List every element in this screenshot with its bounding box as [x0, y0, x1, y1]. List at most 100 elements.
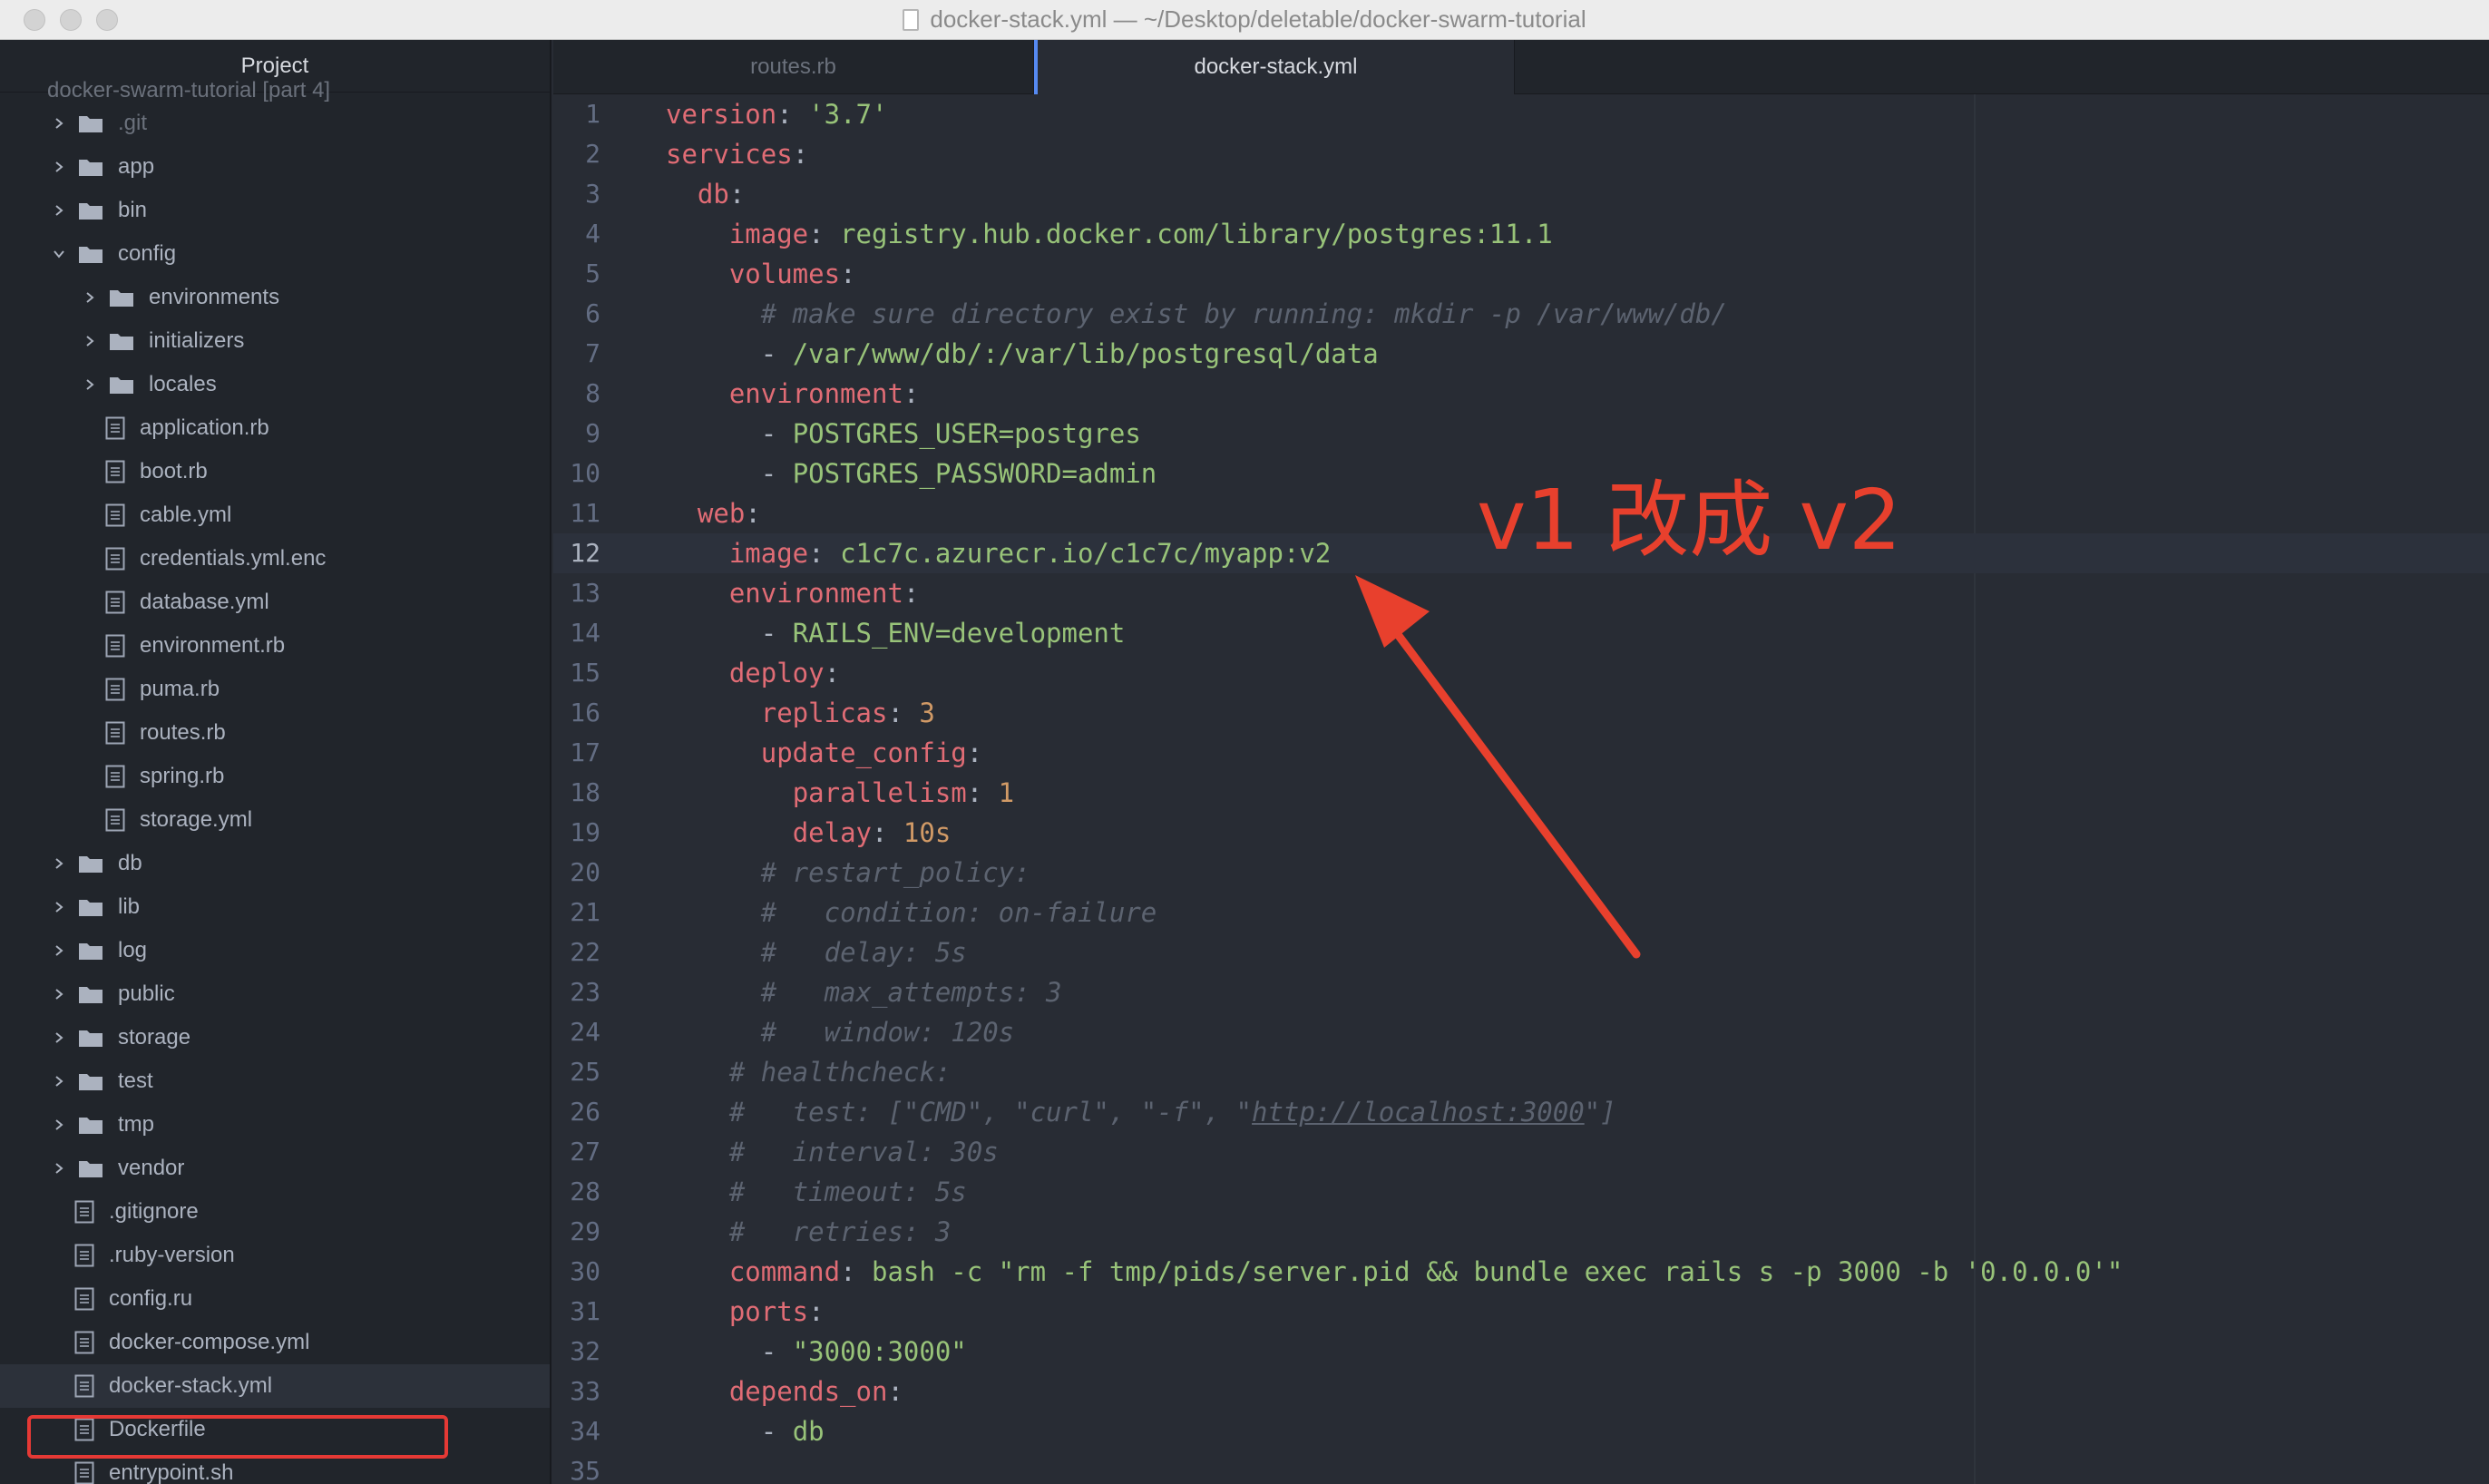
chevron-right-icon[interactable] — [80, 375, 100, 395]
code-line[interactable]: 30 command: bash -c "rm -f tmp/pids/serv… — [553, 1252, 2489, 1292]
code-line[interactable]: 20 # restart_policy: — [553, 853, 2489, 893]
code-line[interactable]: 22 # delay: 5s — [553, 932, 2489, 972]
tree-folder-vendor[interactable]: vendor — [0, 1147, 550, 1190]
tree-folder-initializers[interactable]: initializers — [0, 319, 550, 363]
zoom-window-button[interactable] — [96, 9, 118, 31]
code-line[interactable]: 32 - "3000:3000" — [553, 1332, 2489, 1372]
tree-folder-app[interactable]: app — [0, 145, 550, 189]
code-line[interactable]: 31 ports: — [553, 1292, 2489, 1332]
code-line[interactable]: 14 - RAILS_ENV=development — [553, 613, 2489, 653]
code-line[interactable]: 34 - db — [553, 1411, 2489, 1451]
chevron-right-icon[interactable] — [49, 157, 69, 177]
code-token: volumes — [728, 259, 841, 289]
tree-file-docker-stack-yml[interactable]: docker-stack.yml — [0, 1364, 550, 1408]
tree-file-cable-yml[interactable]: cable.yml — [0, 493, 550, 537]
chevron-right-icon[interactable] — [49, 941, 69, 961]
code-line[interactable]: 27 # interval: 30s — [553, 1132, 2489, 1172]
tree-file-config-ru[interactable]: config.ru — [0, 1277, 550, 1321]
tree-folder-locales[interactable]: locales — [0, 363, 550, 406]
code-line[interactable]: 15 deploy: — [553, 653, 2489, 693]
tree-file-routes-rb[interactable]: routes.rb — [0, 711, 550, 755]
tree-folder-config[interactable]: config — [0, 232, 550, 276]
code-line[interactable]: 33 depends_on: — [553, 1372, 2489, 1411]
code-line[interactable]: 21 # condition: on-failure — [553, 893, 2489, 932]
tree-file-spring-rb[interactable]: spring.rb — [0, 755, 550, 798]
tree-file-environment-rb[interactable]: environment.rb — [0, 624, 550, 668]
code-line[interactable]: 4 image: registry.hub.docker.com/library… — [553, 214, 2489, 254]
code-line[interactable]: 13 environment: — [553, 573, 2489, 613]
tree-file-puma-rb[interactable]: puma.rb — [0, 668, 550, 711]
tree-file-dockerfile[interactable]: Dockerfile — [0, 1408, 550, 1451]
code-line[interactable]: 2 services: — [553, 134, 2489, 174]
tab-docker-stack-yml[interactable]: docker-stack.yml — [1034, 40, 1515, 94]
tree-folder-public[interactable]: public — [0, 972, 550, 1016]
code-line[interactable]: 17 update_config: — [553, 733, 2489, 773]
code-line[interactable]: 18 parallelism: 1 — [553, 773, 2489, 813]
code-line[interactable]: 35 — [553, 1451, 2489, 1484]
chevron-right-icon[interactable] — [49, 897, 69, 917]
tree-file-storage-yml[interactable]: storage.yml — [0, 798, 550, 842]
tree-file-application-rb[interactable]: application.rb — [0, 406, 550, 450]
chevron-right-icon[interactable] — [80, 331, 100, 351]
project-tree-panel: Project docker-swarm-tutorial [part 4] .… — [0, 40, 551, 1484]
code-line[interactable]: 5 volumes: — [553, 254, 2489, 294]
code-line[interactable]: 8 environment: — [553, 374, 2489, 414]
chevron-right-icon[interactable] — [49, 1115, 69, 1135]
tree-folder-storage[interactable]: storage — [0, 1016, 550, 1059]
tree-folder-db[interactable]: db — [0, 842, 550, 885]
minimize-window-button[interactable] — [60, 9, 82, 31]
code-text: volumes: — [666, 254, 856, 294]
code-line[interactable]: 26 # test: ["CMD", "curl", "-f", "http:/… — [553, 1092, 2489, 1132]
tree-file-database-yml[interactable]: database.yml — [0, 581, 550, 624]
code-line[interactable]: 3 db: — [553, 174, 2489, 214]
tree-file-credentials-yml-enc[interactable]: credentials.yml.enc — [0, 537, 550, 581]
code-line[interactable]: 28 # timeout: 5s — [553, 1172, 2489, 1212]
tree-folder-test[interactable]: test — [0, 1059, 550, 1103]
tree-item-label: application.rb — [140, 415, 269, 440]
code-line[interactable]: 6 # make sure directory exist by running… — [553, 294, 2489, 334]
chevron-right-icon[interactable] — [49, 854, 69, 874]
chevron-right-icon[interactable] — [49, 1158, 69, 1178]
tree-item-label: config.ru — [109, 1286, 193, 1311]
chevron-right-icon[interactable] — [49, 1071, 69, 1091]
tree-file-docker-compose-yml[interactable]: docker-compose.yml — [0, 1321, 550, 1364]
chevron-right-icon[interactable] — [49, 200, 69, 220]
code-line[interactable]: 1 version: '3.7' — [553, 94, 2489, 134]
tab-routes-rb[interactable]: routes.rb — [553, 40, 1034, 94]
code-token: - — [666, 418, 793, 449]
code-line[interactable]: 24 # window: 120s — [553, 1012, 2489, 1052]
code-line[interactable]: 29 # retries: 3 — [553, 1212, 2489, 1252]
tree-folder-log[interactable]: log — [0, 929, 550, 972]
chevron-down-icon[interactable] — [49, 244, 69, 264]
project-root-label[interactable]: docker-swarm-tutorial [part 4] — [47, 78, 330, 103]
tree-folder-lib[interactable]: lib — [0, 885, 550, 929]
close-window-button[interactable] — [24, 9, 45, 31]
code-line[interactable]: 9 - POSTGRES_USER=postgres — [553, 414, 2489, 454]
code-line[interactable]: 19 delay: 10s — [553, 813, 2489, 853]
code-line[interactable]: 16 replicas: 3 — [553, 693, 2489, 733]
tree-file-boot-rb[interactable]: boot.rb — [0, 450, 550, 493]
tree-folder-environments[interactable]: environments — [0, 276, 550, 319]
code-token: : — [887, 698, 920, 728]
line-number: 24 — [570, 1017, 600, 1047]
tab-bar: routes.rb docker-stack.yml — [553, 40, 2489, 94]
chevron-right-icon[interactable] — [49, 113, 69, 133]
chevron-right-icon[interactable] — [80, 288, 100, 308]
tree-file-entrypoint-sh[interactable]: entrypoint.sh — [0, 1451, 550, 1484]
code-editor[interactable]: 1 version: '3.7' 2 services: 3 db: 4 image: r… — [553, 94, 2489, 1484]
tree-folder-git[interactable]: .git — [0, 102, 550, 145]
chevron-right-icon[interactable] — [49, 1028, 69, 1048]
line-number: 6 — [585, 298, 600, 328]
code-line[interactable]: 7 - /var/www/db/:/var/lib/postgresql/dat… — [553, 334, 2489, 374]
code-text: command: bash -c "rm -f tmp/pids/server.… — [666, 1252, 2123, 1292]
chevron-right-icon[interactable] — [49, 984, 69, 1004]
code-line[interactable]: 23 # max_attempts: 3 — [553, 972, 2489, 1012]
tree-folder-tmp[interactable]: tmp — [0, 1103, 550, 1147]
tree-file-gitignore[interactable]: .gitignore — [0, 1190, 550, 1234]
tree-file-ruby-version[interactable]: .ruby-version — [0, 1234, 550, 1277]
code-line[interactable]: 25 # healthcheck: — [553, 1052, 2489, 1092]
line-number: 28 — [570, 1176, 600, 1206]
tree-folder-bin[interactable]: bin — [0, 189, 550, 232]
